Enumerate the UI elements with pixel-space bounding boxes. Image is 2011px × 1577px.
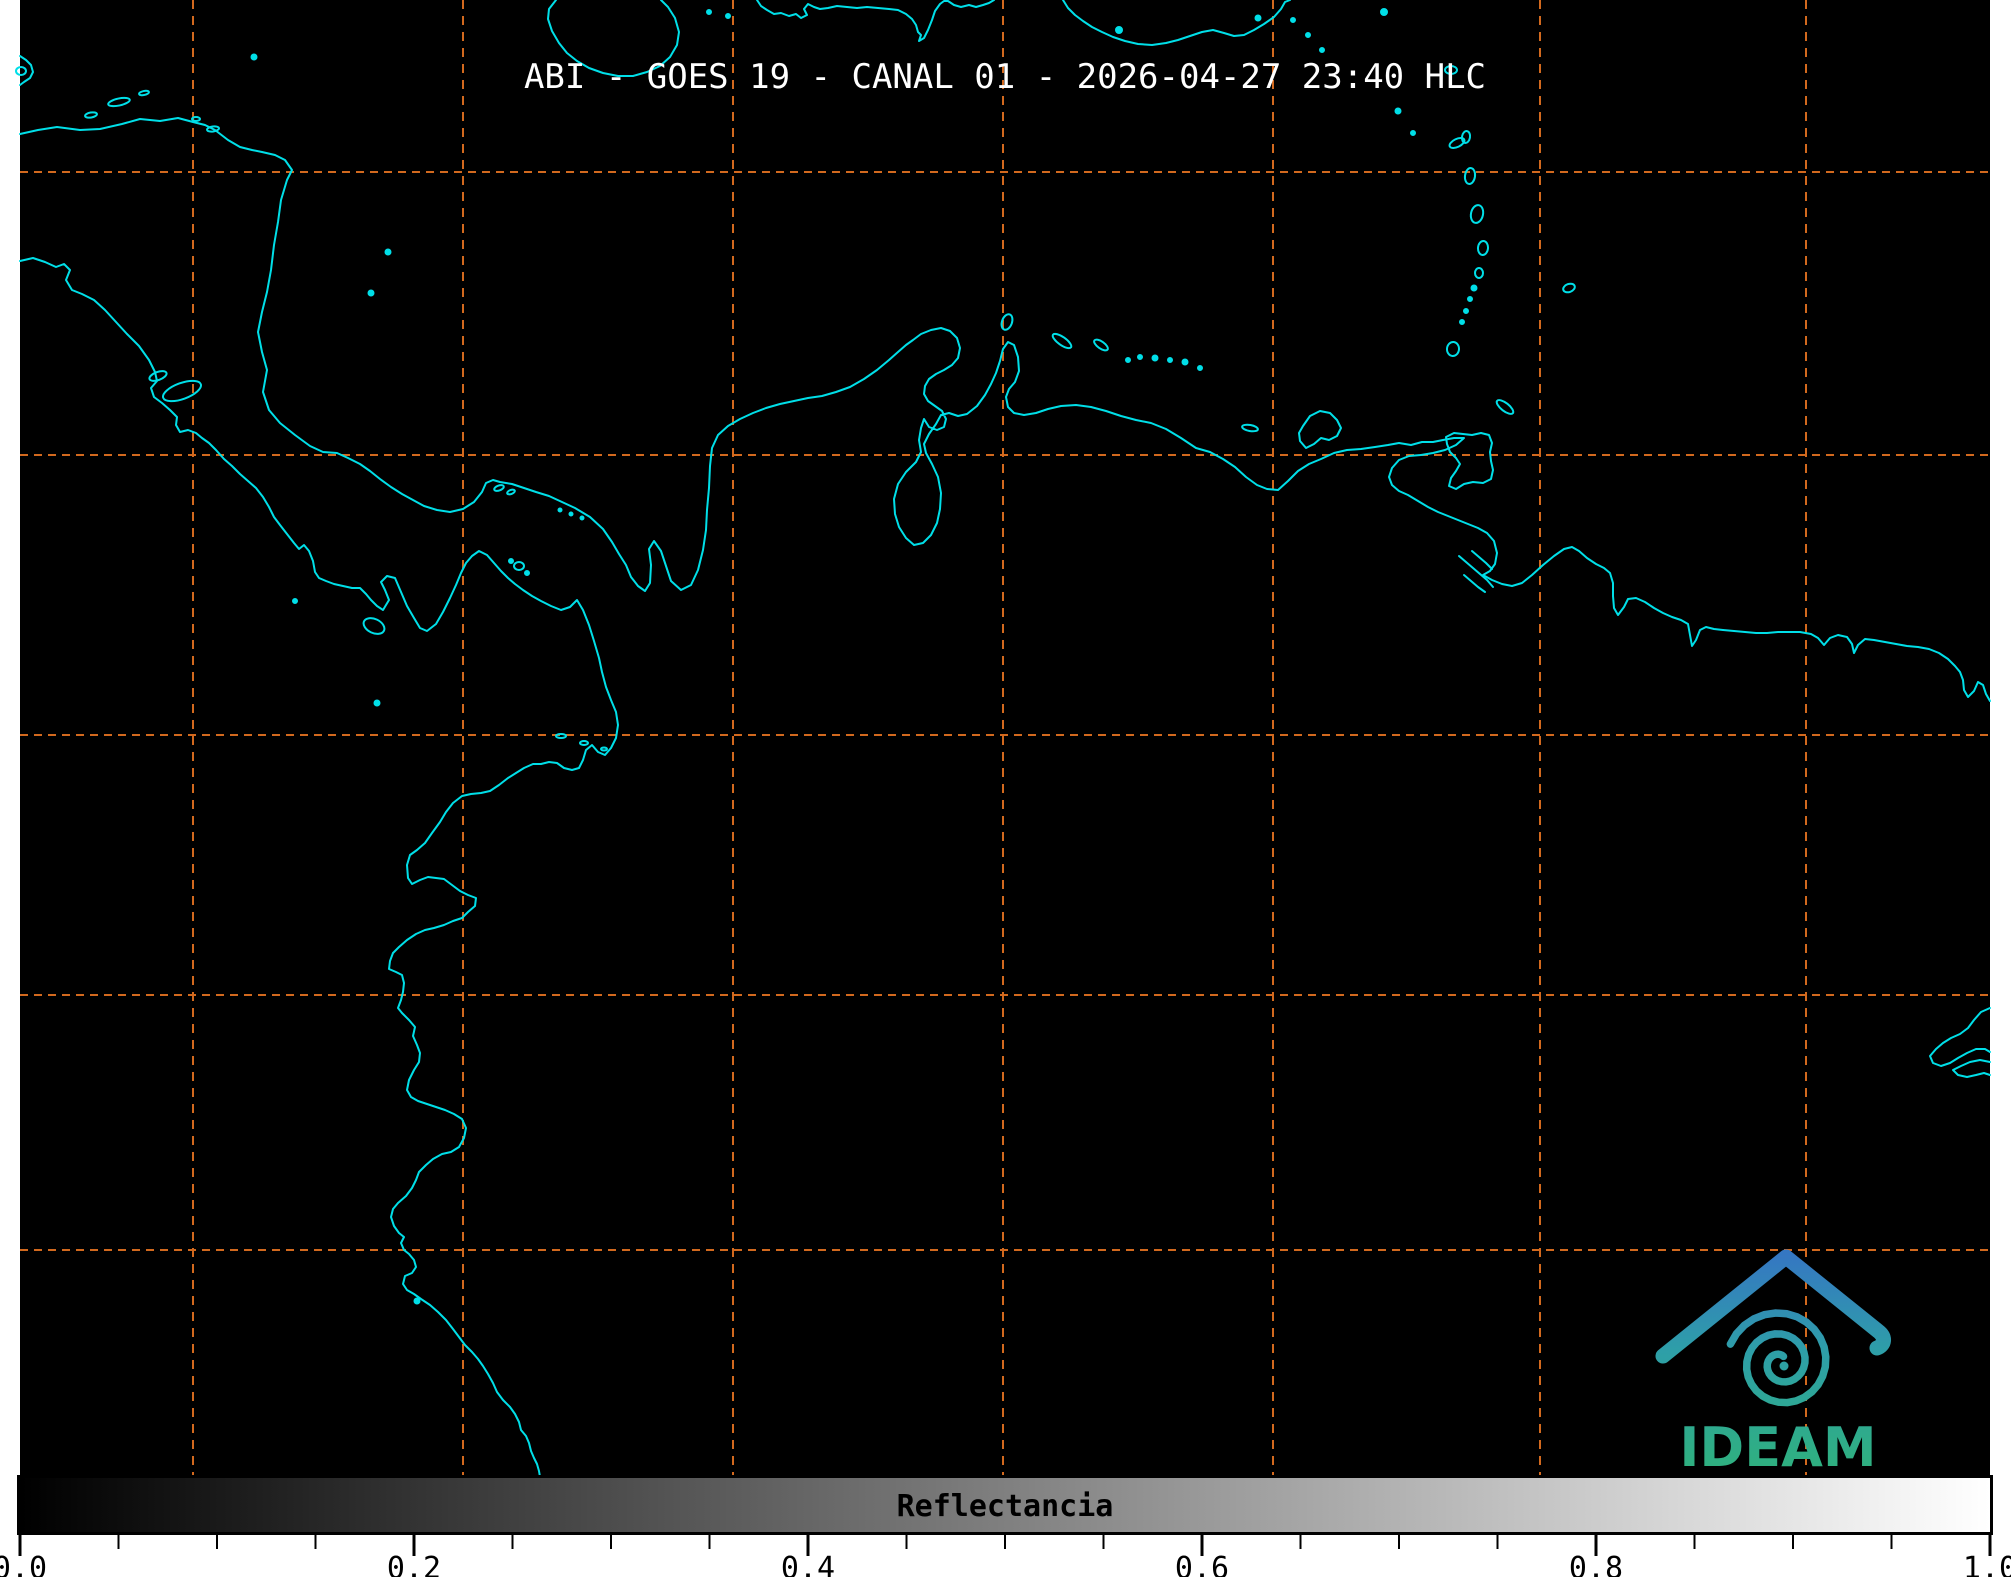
- colorbar-tick-label: 0.6: [1175, 1551, 1229, 1577]
- goes-satellite-figure: IDEAM ABI - GOES 19 - CANAL 01 - 2026-04…: [0, 0, 2011, 1577]
- ideam-logo-text: IDEAM: [1679, 1416, 1876, 1479]
- small-island-dot: [726, 14, 730, 18]
- small-island-dot: [559, 509, 562, 512]
- small-island-dot: [1381, 9, 1387, 15]
- small-island-dot: [369, 291, 374, 296]
- small-island-dot: [1256, 16, 1261, 21]
- small-island-dot: [386, 250, 391, 255]
- small-island-dot: [1472, 286, 1477, 291]
- colorbar-tick-label: 0.0: [0, 1551, 47, 1577]
- small-island-dot: [1138, 355, 1142, 359]
- small-island-dot: [293, 599, 297, 603]
- small-island-dot: [581, 517, 584, 520]
- colorbar-tick-label: 1.0: [1963, 1551, 2011, 1577]
- small-island-dot: [1320, 48, 1324, 52]
- small-island-dot: [1153, 356, 1158, 361]
- small-island-dot: [570, 513, 573, 516]
- colorbar-tick-label: 0.2: [387, 1551, 441, 1577]
- small-island-dot: [1116, 27, 1122, 33]
- small-island-dot: [707, 10, 711, 14]
- small-island-dot: [1126, 358, 1130, 362]
- small-island-dot: [1198, 366, 1202, 370]
- small-island-dot: [1306, 33, 1310, 37]
- small-island-dot: [509, 559, 513, 563]
- small-island-dot: [1468, 297, 1472, 301]
- small-island-dot: [1183, 360, 1188, 365]
- small-island-dot: [1464, 309, 1468, 313]
- map-title: ABI - GOES 19 - CANAL 01 - 2026-04-27 23…: [20, 57, 1990, 97]
- small-island-dot: [1411, 131, 1415, 135]
- goes-satellite-map: IDEAM: [0, 0, 2011, 1577]
- small-island-dot: [1291, 18, 1295, 22]
- colorbar-tick-label: 0.8: [1569, 1551, 1623, 1577]
- small-island-dot: [375, 701, 380, 706]
- small-island-dot: [1460, 320, 1464, 324]
- small-island-dot: [415, 1299, 420, 1304]
- map-background: [20, 0, 1990, 1476]
- small-island-dot: [1396, 109, 1401, 114]
- small-island-dot: [1168, 358, 1172, 362]
- logo-spiral-eye-icon: [1780, 1362, 1789, 1371]
- small-island-dot: [525, 571, 529, 575]
- colorbar-tick-label: 0.4: [781, 1551, 835, 1577]
- colorbar-label: Reflectancia: [20, 1489, 1990, 1524]
